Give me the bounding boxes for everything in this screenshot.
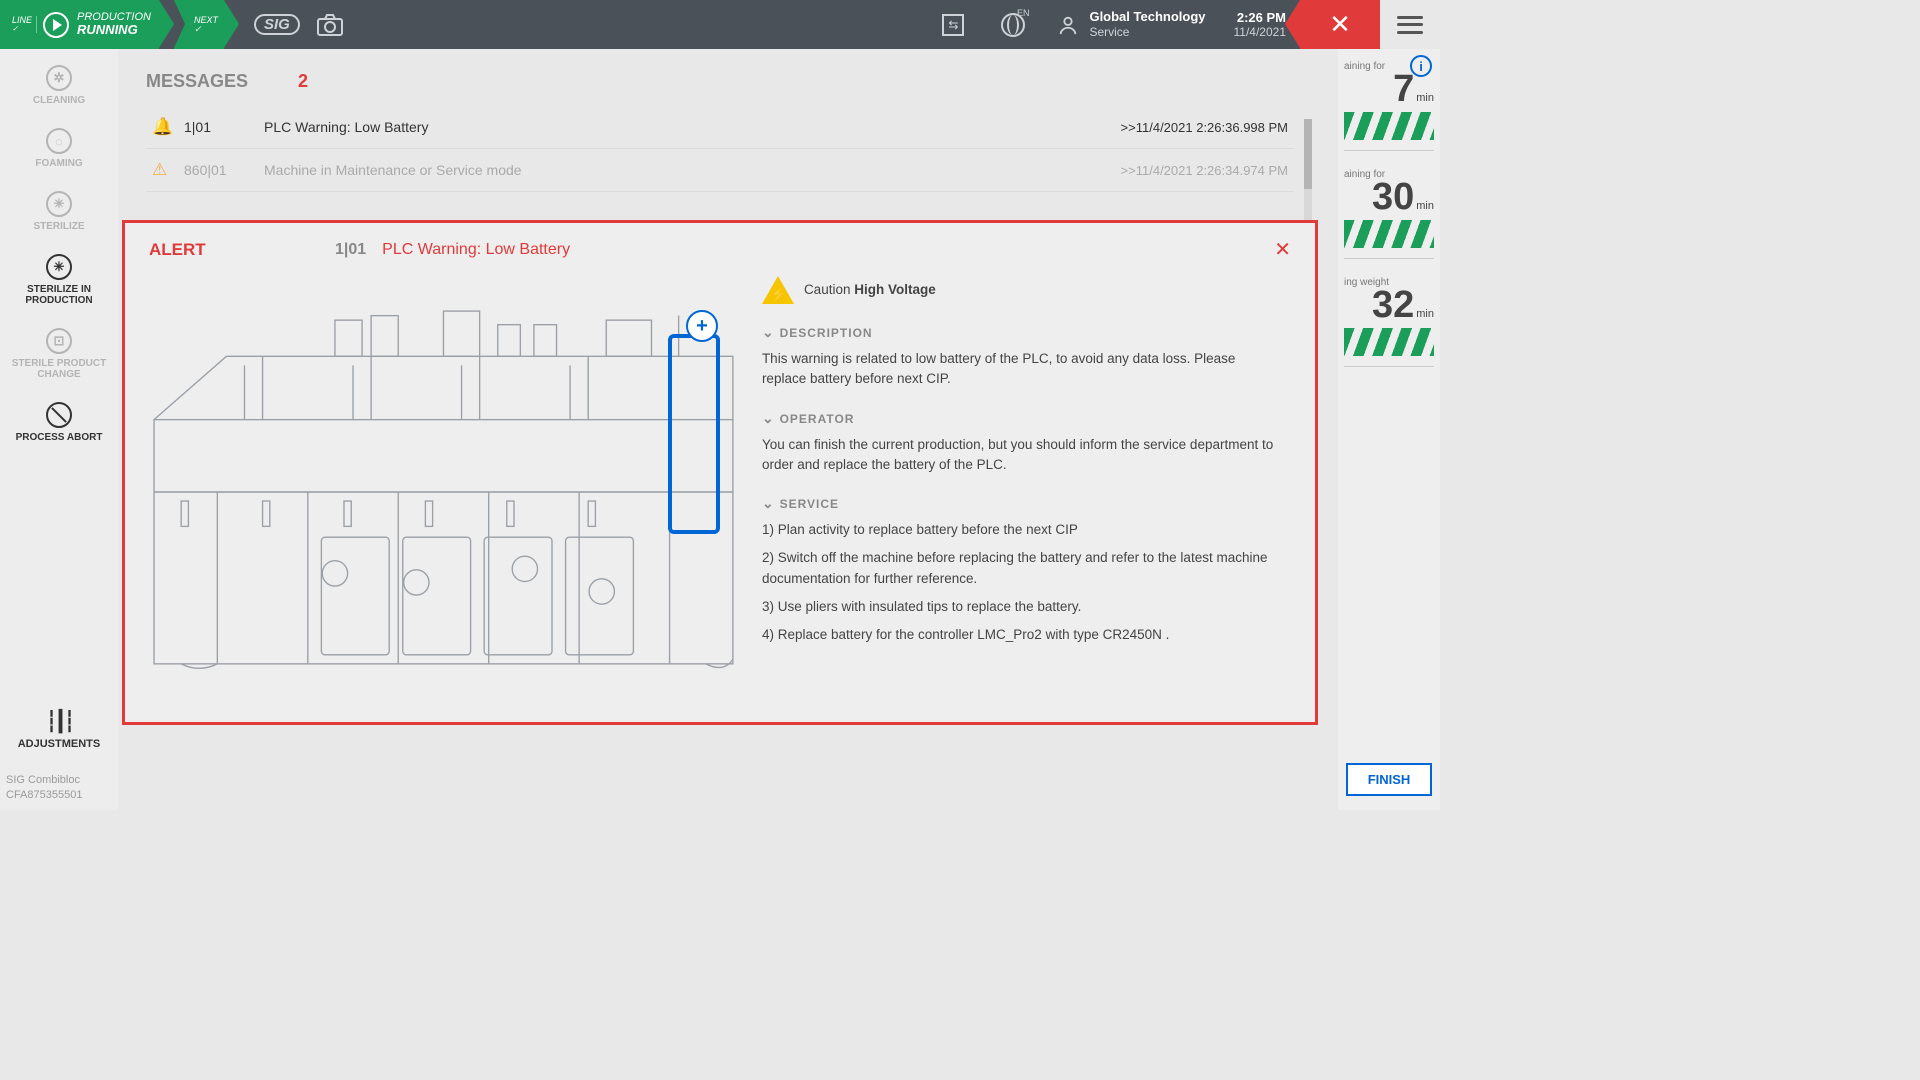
close-icon: ✕ [1329,9,1351,40]
message-row[interactable]: 🔔 1|01 PLC Warning: Low Battery >>11/4/2… [146,106,1294,149]
user-icon [1057,14,1079,36]
section-operator: OPERATORYou can finish the current produ… [762,408,1281,476]
sidebar-item-sterile-change[interactable]: ⊡STERILE PRODUCT CHANGE [0,328,118,380]
machine-diagram: + [145,276,742,708]
messages-count: 2 [298,71,308,92]
warning-icon: ⚠ [152,160,184,180]
brand-logo: SIG [254,14,300,35]
metric-block-2: aining for 30min [1344,169,1434,259]
sidebar-footer: SIG CombiblocCFA875355501 [6,773,112,802]
alert-header: ALERT 1|01 PLC Warning: Low Battery ✕ [125,223,1315,276]
sidebar-item-abort[interactable]: PROCESS ABORT [0,402,118,443]
sidebar-adjustments[interactable]: ┆┃┆ADJUSTMENTS [0,709,118,750]
right-column: i aining for 7min aining for 30min ing w… [1338,49,1440,810]
alert-info[interactable]: Caution High Voltage DESCRIPTIONThis war… [762,276,1295,708]
progress-stripes [1344,220,1434,248]
swap-icon[interactable]: ⇆ [923,0,983,49]
bell-icon: 🔔 [152,117,184,137]
diagram-highlight [668,334,720,534]
close-button[interactable]: ✕ [1300,0,1380,49]
hamburger-icon [1397,16,1423,34]
sidebar: ✲CLEANING ◌FOAMING ✳STERILIZE ✳STERILIZE… [0,49,118,810]
menu-button[interactable] [1380,0,1440,49]
message-row[interactable]: ⚠ 860|01 Machine in Maintenance or Servi… [146,149,1294,192]
info-icon[interactable]: i [1410,55,1432,77]
metric-block-3: ing weight 32min [1344,277,1434,367]
messages-panel: MESSAGES 2 🔔 1|01 PLC Warning: Low Batte… [118,49,1322,192]
user-panel[interactable]: Global TechnologyService [1043,0,1219,49]
main-area: MESSAGES 2 🔔 1|01 PLC Warning: Low Batte… [118,49,1322,810]
diagram-marker[interactable]: + [686,310,718,342]
camera-icon[interactable] [300,0,360,49]
high-voltage-icon [762,276,794,304]
sliders-icon: ┆┃┆ [0,709,118,734]
sidebar-item-sterilize-production[interactable]: ✳STERILIZE IN PRODUCTION [0,254,118,306]
top-bar: LINE✓ PRODUCTIONRUNNING NEXT✓ SIG ⇆ EN G… [0,0,1440,49]
alert-panel: ALERT 1|01 PLC Warning: Low Battery ✕ [122,220,1318,725]
progress-stripes [1344,328,1434,356]
progress-stripes [1344,112,1434,140]
next-indicator[interactable]: NEXT✓ [174,0,224,49]
language-icon[interactable]: EN [983,0,1043,49]
line-status-panel[interactable]: LINE✓ PRODUCTIONRUNNING [0,0,159,49]
sidebar-item-sterilize[interactable]: ✳STERILIZE [0,191,118,232]
line-indicator: LINE✓ [8,16,37,33]
section-service: SERVICE 1) Plan activity to replace batt… [762,493,1281,645]
sidebar-item-cleaning[interactable]: ✲CLEANING [0,65,118,106]
caution-banner: Caution High Voltage [762,276,1281,304]
section-description: DESCRIPTIONThis warning is related to lo… [762,322,1281,390]
production-status: PRODUCTIONRUNNING [77,11,151,37]
sidebar-item-foaming[interactable]: ◌FOAMING [0,128,118,169]
play-icon [43,12,69,38]
alert-close-button[interactable]: ✕ [1274,237,1291,262]
finish-button[interactable]: FINISH [1346,763,1432,796]
messages-title: MESSAGES [146,71,248,92]
